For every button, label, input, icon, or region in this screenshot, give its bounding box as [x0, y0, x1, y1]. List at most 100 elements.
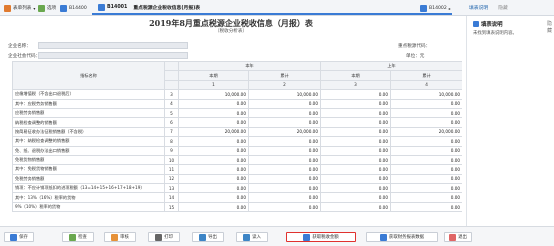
- row-line-number: 4: [164, 98, 179, 109]
- key-source-code-label: 重点税源代码：: [398, 44, 431, 49]
- tab-hide[interactable]: 隐藏: [495, 3, 511, 12]
- tab-active-form[interactable]: B14001 重点税源企业税收信息(月报)表: [92, 2, 452, 15]
- value-cell[interactable]: 0.00: [178, 98, 249, 109]
- table-row: 免税劳务销售额 12 0.00 0.00 0.00 0.00: [12, 173, 462, 185]
- value-cell[interactable]: 10,000.00: [247, 89, 322, 100]
- form-icon: [98, 4, 105, 11]
- value-cell[interactable]: 0.00: [320, 201, 392, 213]
- taxpayer-name-label: 企业名称：: [8, 44, 31, 49]
- table-row: 免、抵、退税办法出口销售额 9 0.00 0.00 0.00 0.00: [12, 145, 462, 156]
- value-cell[interactable]: 0.00: [320, 117, 392, 128]
- value-cell[interactable]: 0.00: [320, 145, 392, 156]
- value-cell[interactable]: 0.00: [247, 201, 322, 213]
- value-cell[interactable]: 20,000.00: [247, 126, 322, 138]
- header-line: [164, 79, 179, 91]
- bottom-toolbar: 保存 检查 审核 打印 导出 读入 获取税收金额 获取财务报表数据 退出: [0, 226, 554, 246]
- value-cell[interactable]: 0.00: [320, 173, 392, 185]
- value-cell[interactable]: 0.00: [390, 107, 462, 119]
- export-button[interactable]: 导出: [192, 232, 224, 242]
- fetch-finance-data-button[interactable]: 获取财务报表数据: [366, 232, 438, 242]
- value-cell[interactable]: 0.00: [178, 107, 249, 119]
- table-header-row: 指标名称 本年 上年: [12, 60, 462, 91]
- taxpayer-name-field[interactable]: [38, 42, 188, 49]
- value-cell[interactable]: 0.00: [320, 98, 392, 109]
- value-cell[interactable]: 0.00: [247, 107, 322, 119]
- exit-button[interactable]: 退出: [444, 232, 472, 242]
- header-indicator: 指标名称: [12, 60, 165, 91]
- save-icon: [10, 233, 18, 241]
- value-cell[interactable]: 0.00: [320, 107, 392, 119]
- value-cell[interactable]: 0.00: [390, 98, 462, 109]
- value-cell[interactable]: 0.00: [320, 126, 392, 138]
- form-list-button[interactable]: 表单列表 ▾: [4, 3, 35, 13]
- value-cell[interactable]: 0.00: [390, 164, 462, 175]
- value-cell[interactable]: 0.00: [390, 183, 462, 194]
- check-button[interactable]: 检查: [62, 232, 94, 242]
- value-cell[interactable]: 0.00: [178, 183, 249, 194]
- value-cell[interactable]: 0.00: [178, 192, 249, 203]
- value-cell[interactable]: 0.00: [320, 136, 392, 147]
- value-cell[interactable]: 0.00: [178, 136, 249, 147]
- value-cell[interactable]: 0.00: [178, 117, 249, 128]
- value-cell[interactable]: 0.00: [178, 145, 249, 156]
- value-cell[interactable]: 0.00: [320, 183, 392, 194]
- value-cell[interactable]: 0.00: [247, 164, 322, 175]
- value-cell[interactable]: 20,000.00: [178, 126, 249, 138]
- tab-b14002[interactable]: B14002 ▸: [420, 3, 451, 13]
- value-cell[interactable]: 0.00: [247, 117, 322, 128]
- value-cell[interactable]: 0.00: [390, 192, 462, 203]
- value-cell[interactable]: 0.00: [178, 154, 249, 166]
- import-button[interactable]: 读入: [236, 232, 268, 242]
- unit-label: 单位：元: [406, 54, 425, 59]
- table-row: 纳税检查调整的销售额 6 0.00 0.00 0.00 0.00: [12, 117, 462, 128]
- print-button[interactable]: 打印: [148, 232, 180, 242]
- save-button[interactable]: 保存: [4, 232, 34, 242]
- value-cell[interactable]: 0.00: [390, 117, 462, 128]
- value-cell[interactable]: 20,000.00: [390, 126, 462, 138]
- value-cell[interactable]: 0.00: [247, 192, 322, 203]
- row-indicator-name: 按简易征收办法征税销售额（不含税）: [12, 126, 165, 138]
- value-cell[interactable]: 0.00: [178, 201, 249, 213]
- value-cell[interactable]: 0.00: [247, 154, 322, 166]
- row-line-number: 9: [164, 145, 179, 156]
- value-cell[interactable]: 0.00: [320, 192, 392, 203]
- fetch-tax-amount-button[interactable]: 获取税收金额: [286, 232, 356, 242]
- value-cell[interactable]: 0.00: [247, 183, 322, 194]
- value-cell[interactable]: 10,000.00: [390, 89, 462, 100]
- taxpayer-id-field[interactable]: [38, 52, 188, 59]
- value-cell[interactable]: 0.00: [178, 173, 249, 185]
- header-current-year: 本年: [177, 60, 322, 72]
- tab-fill-instructions[interactable]: 填表说明: [466, 3, 491, 12]
- table-row: 其中：纳税检查调整的销售额 8 0.00 0.00 0.00 0.00: [12, 136, 462, 147]
- panel-tabs: 填表说明 隐藏: [466, 3, 511, 12]
- value-cell[interactable]: 0.00: [390, 154, 462, 166]
- row-line-number: 12: [164, 173, 179, 185]
- help-hide-button[interactable]: 隐藏: [547, 20, 554, 34]
- value-cell[interactable]: 0.00: [247, 98, 322, 109]
- table-row: 按简易征收办法征税销售额（不含税） 7 20,000.00 20,000.00 0.00…: [12, 126, 462, 138]
- value-cell[interactable]: 0.00: [390, 145, 462, 156]
- value-cell[interactable]: 0.00: [390, 173, 462, 185]
- value-cell[interactable]: 0.00: [247, 173, 322, 185]
- value-cell[interactable]: 0.00: [390, 201, 462, 213]
- chevron-right-icon: ▸: [448, 5, 451, 11]
- print-icon: [155, 233, 163, 241]
- row-line-number: 8: [164, 136, 179, 147]
- chevron-down-icon: ▾: [33, 5, 36, 11]
- help-header: 填表说明: [473, 20, 503, 28]
- table-row: 其中：免税货物销售额 11 0.00 0.00 0.00 0.00: [12, 164, 462, 175]
- value-cell[interactable]: 0.00: [320, 154, 392, 166]
- value-cell[interactable]: 0.00: [320, 164, 392, 175]
- value-cell[interactable]: 0.00: [390, 136, 462, 147]
- row-indicator-name: 销项：不应计销项抵扣的进项税额（13=14+15+16+17+18+19）: [12, 183, 165, 194]
- options-button[interactable]: 选项: [38, 3, 56, 13]
- audit-button[interactable]: 审核: [104, 232, 136, 242]
- value-cell[interactable]: 0.00: [320, 89, 392, 100]
- table-row: 应税劳务销售额 5 0.00 0.00 0.00 0.00: [12, 107, 462, 119]
- value-cell[interactable]: 10,000.00: [178, 89, 249, 100]
- value-cell[interactable]: 0.00: [178, 164, 249, 175]
- value-cell[interactable]: 0.00: [247, 136, 322, 147]
- tab-b14400[interactable]: B14400: [60, 3, 87, 13]
- value-cell[interactable]: 0.00: [247, 145, 322, 156]
- row-indicator-name: 应税劳务销售额: [12, 107, 165, 119]
